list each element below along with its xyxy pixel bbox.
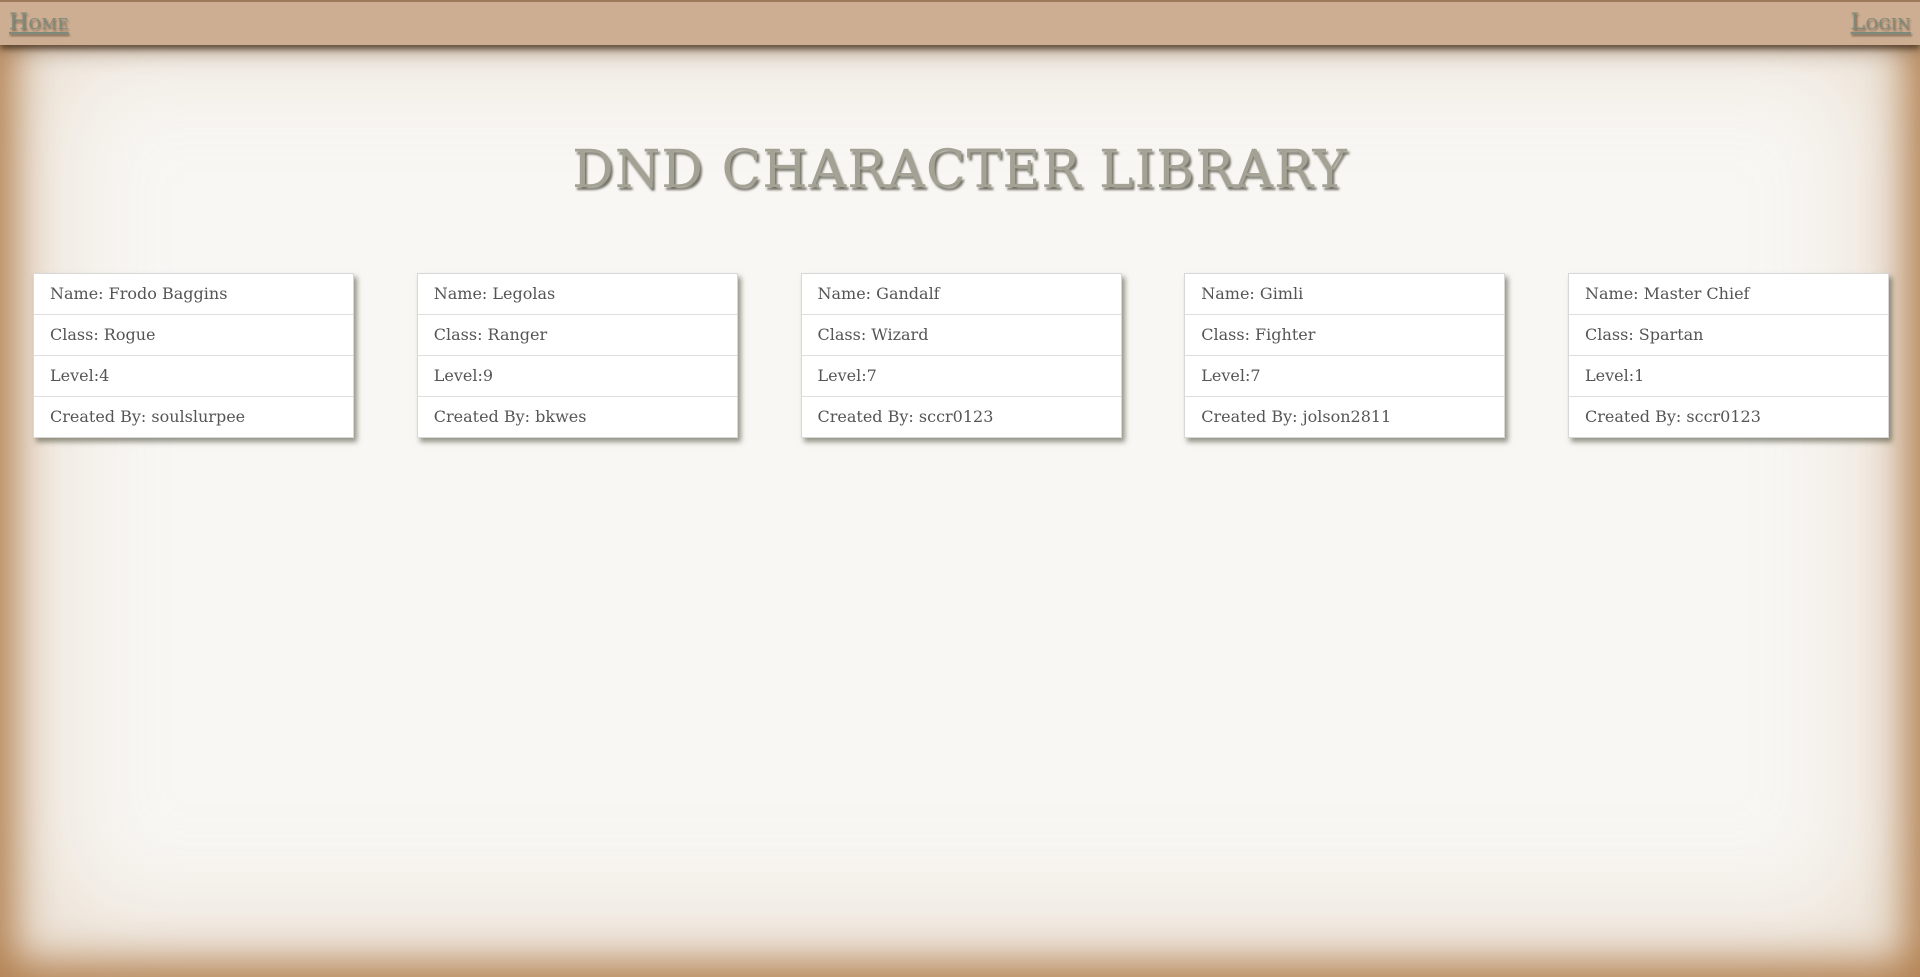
character-card-gimli[interactable]: Name: Gimli Class: Fighter Level:7 Creat…	[1184, 273, 1506, 438]
character-level: Level:4	[34, 356, 353, 397]
character-level: Level:7	[1185, 356, 1505, 397]
character-level: Level:9	[417, 356, 737, 397]
top-navbar: Home Login	[0, 0, 1920, 45]
character-class: Class: Wizard	[801, 315, 1121, 356]
home-link[interactable]: Home	[9, 10, 69, 35]
page-title: DND CHARACTER LIBRARY	[572, 140, 1348, 200]
character-name: Name: Gimli	[1185, 274, 1505, 315]
character-level: Level:7	[801, 356, 1121, 397]
character-list: Name: Frodo Baggins Class: Rogue Level:4…	[33, 273, 1889, 438]
character-level: Level:1	[1569, 356, 1888, 397]
character-class: Class: Fighter	[1185, 315, 1505, 356]
character-class: Class: Spartan	[1569, 315, 1888, 356]
character-creator: Created By: soulslurpee	[50, 407, 246, 426]
character-card-master-chief[interactable]: Name: Master Chief Class: Spartan Level:…	[1568, 273, 1889, 438]
character-creator: Created By: bkwes	[433, 407, 587, 426]
character-name: Name: Gandalf	[801, 274, 1121, 315]
character-name: Name: Master Chief	[1569, 274, 1888, 315]
character-name: Name: Legolas	[417, 274, 737, 315]
character-creator: Created By: sccr0123	[1585, 407, 1761, 426]
character-card-gandalf[interactable]: Name: Gandalf Class: Wizard Level:7 Crea…	[800, 273, 1122, 438]
character-name: Name: Frodo Baggins	[34, 274, 353, 315]
character-creator: Created By: jolson2811	[1201, 407, 1392, 426]
character-class: Class: Rogue	[34, 315, 353, 356]
character-card-frodo[interactable]: Name: Frodo Baggins Class: Rogue Level:4…	[33, 273, 354, 438]
character-creator: Created By: sccr0123	[817, 407, 994, 426]
character-card-legolas[interactable]: Name: Legolas Class: Ranger Level:9 Crea…	[416, 273, 738, 438]
login-link[interactable]: Login	[1851, 10, 1911, 35]
character-class: Class: Ranger	[417, 315, 737, 356]
